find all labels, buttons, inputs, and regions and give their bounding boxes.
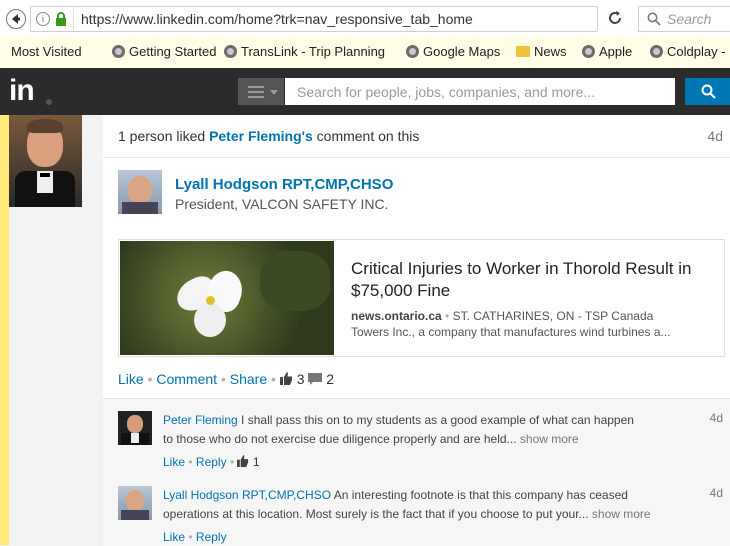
author-name-link[interactable]: Lyall Hodgson RPT,CMP,CHSO bbox=[175, 176, 393, 193]
folder-icon bbox=[516, 46, 530, 57]
browser-search-placeholder: Search bbox=[667, 11, 712, 27]
search-button[interactable] bbox=[685, 78, 730, 105]
comment-reply-button[interactable]: Reply bbox=[196, 530, 227, 544]
linkedin-logo[interactable]: in bbox=[9, 74, 35, 108]
comment-text: Peter Fleming I shall pass this on to my… bbox=[163, 413, 634, 446]
author-title: President, VALCON SAFETY INC. bbox=[175, 196, 389, 212]
feed-card: 1 person liked Peter Fleming's comment o… bbox=[103, 115, 730, 546]
comment-text: Lyall Hodgson RPT,CMP,CHSO An interestin… bbox=[163, 488, 651, 521]
commenter-name-link[interactable]: Peter Fleming bbox=[163, 413, 238, 427]
search-placeholder: Search for people, jobs, companies, and … bbox=[297, 84, 596, 100]
bookmark-google-maps[interactable]: Google Maps bbox=[406, 44, 500, 59]
globe-icon bbox=[406, 45, 419, 58]
address-bar[interactable]: i https://www.linkedin.com/home?trk=nav_… bbox=[30, 6, 598, 32]
article-thumbnail[interactable] bbox=[120, 241, 334, 355]
activity-person-link[interactable]: Peter Fleming's bbox=[209, 128, 313, 144]
comment-actions: Like • Reply bbox=[163, 530, 227, 544]
browser-toolbar: i https://www.linkedin.com/home?trk=nav_… bbox=[0, 0, 730, 37]
comment-time: 4d bbox=[709, 411, 723, 425]
lock-icon bbox=[55, 12, 67, 29]
search-icon bbox=[647, 12, 661, 26]
comment-avatar[interactable] bbox=[118, 411, 152, 445]
article-source: news.ontario.ca bbox=[351, 309, 442, 323]
back-arrow-icon bbox=[12, 14, 20, 24]
browser-search-box[interactable]: Search bbox=[638, 6, 730, 32]
share-button[interactable]: Share bbox=[230, 371, 267, 387]
chevron-down-icon bbox=[270, 90, 278, 95]
show-more-link[interactable]: show more bbox=[520, 432, 579, 446]
author-avatar[interactable] bbox=[118, 170, 162, 214]
comment-actions: Like • Reply • 1 bbox=[163, 455, 260, 469]
bookmark-coldplay[interactable]: Coldplay - bbox=[650, 44, 726, 59]
activity-time: 4d bbox=[707, 128, 723, 144]
comment-reply-button[interactable]: Reply bbox=[196, 455, 227, 469]
divider bbox=[103, 157, 730, 158]
show-more-link[interactable]: show more bbox=[592, 507, 651, 521]
linkedin-search-input[interactable]: Search for people, jobs, companies, and … bbox=[285, 78, 675, 105]
url-text[interactable]: https://www.linkedin.com/home?trk=nav_re… bbox=[81, 7, 473, 31]
comment-button[interactable]: Comment bbox=[156, 371, 217, 387]
left-rail bbox=[9, 207, 82, 545]
info-icon[interactable]: i bbox=[36, 12, 50, 26]
globe-icon bbox=[112, 45, 125, 58]
logo-dot bbox=[46, 99, 52, 105]
reload-icon bbox=[609, 11, 621, 24]
like-count[interactable]: 3 bbox=[297, 371, 305, 387]
bookmark-translink[interactable]: TransLink - Trip Planning bbox=[224, 44, 385, 59]
divider bbox=[73, 6, 74, 30]
like-button[interactable]: Like bbox=[118, 371, 144, 387]
globe-icon bbox=[224, 45, 237, 58]
search-icon bbox=[701, 84, 716, 99]
comment-like-count[interactable]: 1 bbox=[253, 455, 260, 469]
comments-section: Peter Fleming I shall pass this on to my… bbox=[103, 398, 730, 546]
bookmark-news[interactable]: News bbox=[516, 44, 567, 59]
comment-like-button[interactable]: Like bbox=[163, 530, 185, 544]
reload-button[interactable] bbox=[606, 8, 624, 28]
bookmark-apple[interactable]: Apple bbox=[582, 44, 632, 59]
comment-count[interactable]: 2 bbox=[326, 371, 334, 387]
bookmark-most-visited[interactable]: Most Visited bbox=[11, 44, 82, 59]
linkedin-header: in Search for people, jobs, companies, a… bbox=[0, 68, 730, 115]
commenter-name-link[interactable]: Lyall Hodgson RPT,CMP,CHSO bbox=[163, 488, 331, 502]
menu-icon bbox=[248, 86, 264, 98]
thumbs-up-icon bbox=[279, 372, 292, 385]
search-filter-dropdown[interactable] bbox=[238, 78, 284, 105]
thumbs-up-icon bbox=[237, 455, 249, 467]
profile-photo[interactable] bbox=[9, 115, 82, 207]
activity-text: 1 person liked Peter Fleming's comment o… bbox=[118, 128, 420, 144]
bookmarks-bar: Most Visited Getting Started TransLink -… bbox=[0, 36, 730, 69]
globe-icon bbox=[582, 45, 595, 58]
comment-avatar[interactable] bbox=[118, 486, 152, 520]
comment-bubble-icon bbox=[308, 373, 323, 385]
article-title[interactable]: Critical Injuries to Worker in Thorold R… bbox=[351, 258, 711, 302]
globe-icon bbox=[650, 45, 663, 58]
comment-like-button[interactable]: Like bbox=[163, 455, 185, 469]
article-preview[interactable]: Critical Injuries to Worker in Thorold R… bbox=[118, 239, 725, 357]
comment-time: 4d bbox=[709, 486, 723, 500]
back-button[interactable] bbox=[6, 9, 26, 29]
bookmark-getting-started[interactable]: Getting Started bbox=[112, 44, 216, 59]
article-snippet: news.ontario.ca • ST. CATHARINES, ON - T… bbox=[351, 309, 671, 339]
post-actions: Like • Comment • Share • 3 2 bbox=[118, 371, 335, 387]
